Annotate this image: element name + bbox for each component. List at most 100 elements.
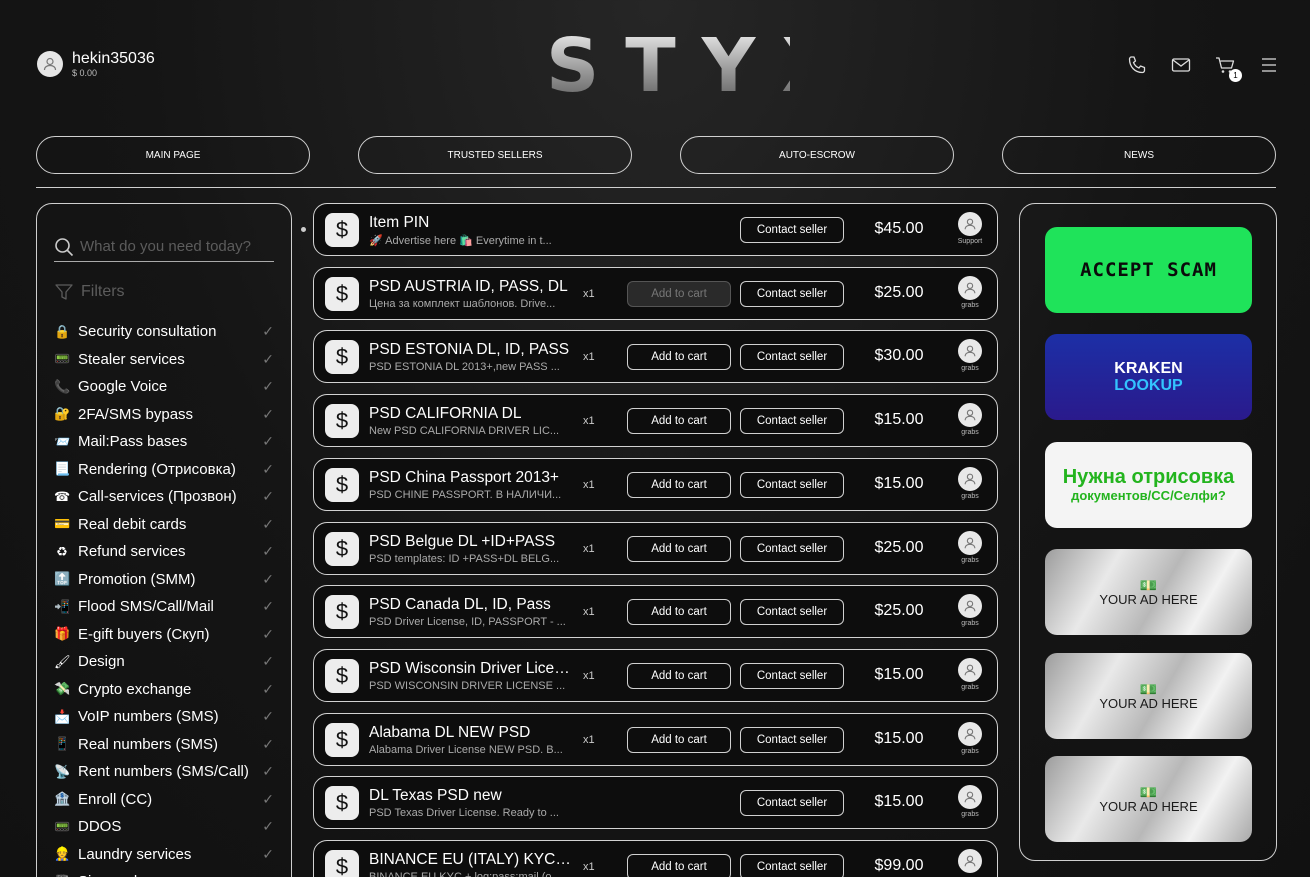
category-item[interactable]: 📨 Mail:Pass bases ✓: [54, 428, 274, 456]
check-icon[interactable]: ✓: [262, 323, 274, 340]
listing-title[interactable]: PSD AUSTRIA ID, PASS, DL: [369, 278, 574, 296]
listing-title[interactable]: PSD Belgue DL +ID+PASS: [369, 533, 574, 551]
contact-seller-button[interactable]: Contact seller: [740, 599, 844, 626]
contact-seller-button[interactable]: Contact seller: [740, 344, 844, 371]
listing-row[interactable]: $ PSD Belgue DL +ID+PASS PSD templates: ID…: [313, 521, 998, 575]
listing-title[interactable]: Item PIN: [369, 214, 574, 232]
check-icon[interactable]: ✓: [262, 873, 274, 877]
add-to-cart-button[interactable]: Add to cart: [627, 726, 731, 753]
ad-placeholder[interactable]: 💵 YOUR AD HERE: [1045, 653, 1252, 739]
ad-accept-scam[interactable]: ACCEPT SCAM: [1045, 227, 1252, 313]
contact-seller-button[interactable]: Contact seller: [740, 790, 844, 817]
category-item[interactable]: 🖌 Design ✓: [54, 648, 274, 676]
category-item[interactable]: 🔝 Promotion (SMM) ✓: [54, 566, 274, 594]
contact-seller-button[interactable]: Contact seller: [740, 408, 844, 435]
nav-news[interactable]: NEWS: [1002, 136, 1276, 174]
mail-icon[interactable]: [1170, 54, 1192, 76]
seller-badge[interactable]: grabs: [952, 594, 988, 627]
seller-badge[interactable]: grabs: [952, 530, 988, 564]
contact-seller-button[interactable]: Contact seller: [740, 726, 844, 753]
listing-title[interactable]: PSD CALIFORNIA DL: [369, 405, 574, 423]
contact-seller-button[interactable]: Contact seller: [740, 280, 844, 307]
add-to-cart-button[interactable]: Add to cart: [627, 599, 731, 626]
add-to-cart-button[interactable]: Add to cart: [627, 408, 731, 435]
menu-icon[interactable]: [1258, 54, 1280, 76]
check-icon[interactable]: ✓: [262, 351, 274, 368]
add-to-cart-button[interactable]: Add to cart: [627, 280, 731, 307]
listing-row[interactable]: $ BINANCE EU (ITALY) KYC +... BINANCE EU K…: [313, 840, 998, 877]
seller-badge[interactable]: grabs: [952, 339, 988, 372]
listing-row[interactable]: $ PSD China Passport 2013+ PSD CHINE PASSP…: [313, 457, 998, 511]
check-icon[interactable]: ✓: [262, 653, 274, 670]
seller-badge[interactable]: grabs: [952, 721, 988, 755]
ad-placeholder[interactable]: 💵 YOUR AD HERE: [1045, 756, 1252, 842]
check-icon[interactable]: ✓: [262, 846, 274, 863]
listing-title[interactable]: BINANCE EU (ITALY) KYC +...: [369, 851, 574, 869]
listing-row[interactable]: $ PSD CALIFORNIA DL New PSD CALIFORNIA DRI…: [313, 394, 998, 448]
seller-badge[interactable]: grabs: [952, 785, 988, 818]
check-icon[interactable]: ✓: [262, 681, 274, 698]
category-item[interactable]: 💳 Real debit cards ✓: [54, 511, 274, 539]
listing-row[interactable]: $ PSD ESTONIA DL, ID, PASS PSD ESTONIA DL …: [313, 330, 998, 384]
contact-seller-button[interactable]: Contact seller: [740, 535, 844, 562]
cart-icon[interactable]: 1: [1214, 54, 1242, 82]
category-item[interactable]: 💸 Crypto exchange ✓: [54, 676, 274, 704]
check-icon[interactable]: ✓: [262, 598, 274, 615]
seller-badge[interactable]: grabs: [952, 466, 988, 500]
listing-title[interactable]: PSD Canada DL, ID, Pass: [369, 596, 574, 614]
check-icon[interactable]: ✓: [262, 571, 274, 588]
listing-row[interactable]: $ Alabama DL NEW PSD Alabama Driver Licens…: [313, 712, 998, 766]
add-to-cart-button[interactable]: Add to cart: [627, 471, 731, 498]
listing-title[interactable]: PSD ESTONIA DL, ID, PASS: [369, 341, 574, 359]
check-icon[interactable]: ✓: [262, 736, 274, 753]
user-profile[interactable]: hekin35036 $ 0.00: [37, 50, 155, 78]
contact-seller-button[interactable]: Contact seller: [740, 854, 844, 877]
nav-trusted-sellers[interactable]: TRUSTED SELLERS: [358, 136, 632, 174]
seller-badge[interactable]: grabs: [952, 657, 988, 691]
category-item[interactable]: 🔒 Security consultation ✓: [54, 318, 274, 346]
check-icon[interactable]: ✓: [262, 406, 274, 423]
category-item[interactable]: ☎ Call-services (Прозвон) ✓: [54, 483, 274, 511]
category-item[interactable]: 📓Sim cards✓: [54, 868, 274, 877]
add-to-cart-button[interactable]: Add to cart: [627, 662, 731, 689]
check-icon[interactable]: ✓: [262, 488, 274, 505]
listing-row[interactable]: $ PSD AUSTRIA ID, PASS, DL Цена за комплек…: [313, 266, 998, 320]
seller-badge[interactable]: Support: [952, 212, 988, 245]
category-item[interactable]: ♻ Refund services ✓: [54, 538, 274, 566]
category-item[interactable]: 📟 Stealer services ✓: [54, 346, 274, 374]
contact-seller-button[interactable]: Contact seller: [740, 662, 844, 689]
category-item[interactable]: 📡 Rent numbers (SMS/Call) ✓: [54, 758, 274, 786]
filters-toggle[interactable]: Filters: [54, 282, 125, 302]
category-item[interactable]: 👷 Laundry services ✓: [54, 841, 274, 869]
category-item[interactable]: 🏦 Enroll (CC) ✓: [54, 786, 274, 814]
ad-kraken-lookup[interactable]: KRAKEN LOOKUP: [1045, 334, 1252, 420]
category-item[interactable]: 📲 Flood SMS/Call/Mail ✓: [54, 593, 274, 621]
avatar[interactable]: [37, 51, 63, 77]
check-icon[interactable]: ✓: [262, 626, 274, 643]
category-item[interactable]: 📞 Google Voice ✓: [54, 373, 274, 401]
check-icon[interactable]: ✓: [262, 461, 274, 478]
check-icon[interactable]: ✓: [262, 433, 274, 450]
seller-badge[interactable]: [952, 849, 988, 873]
check-icon[interactable]: ✓: [262, 818, 274, 835]
category-item[interactable]: 📩 VoIP numbers (SMS) ✓: [54, 703, 274, 731]
search-input[interactable]: [80, 238, 270, 255]
listing-row[interactable]: $ PSD Canada DL, ID, Pass PSD Driver Licen…: [313, 585, 998, 639]
check-icon[interactable]: ✓: [262, 763, 274, 780]
contact-seller-button[interactable]: Contact seller: [740, 217, 844, 243]
add-to-cart-button[interactable]: Add to cart: [627, 344, 731, 371]
check-icon[interactable]: ✓: [262, 516, 274, 533]
listing-row[interactable]: $ Item PIN 🚀 Advertise here 🛍️ Everytime i…: [313, 203, 998, 256]
seller-badge[interactable]: grabs: [952, 275, 988, 309]
listing-row[interactable]: $ DL Texas PSD new PSD Texas Driver Licens…: [313, 776, 998, 830]
ad-placeholder[interactable]: 💵 YOUR AD HERE: [1045, 549, 1252, 635]
listing-title[interactable]: PSD China Passport 2013+: [369, 469, 574, 487]
check-icon[interactable]: ✓: [262, 791, 274, 808]
listing-title[interactable]: PSD Wisconsin Driver Licen...: [369, 660, 574, 678]
category-item[interactable]: 📃 Rendering (Отрисовка) ✓: [54, 456, 274, 484]
listing-title[interactable]: DL Texas PSD new: [369, 787, 574, 805]
category-item[interactable]: 📟 DDOS ✓: [54, 813, 274, 841]
seller-badge[interactable]: grabs: [952, 403, 988, 436]
check-icon[interactable]: ✓: [262, 543, 274, 560]
site-logo[interactable]: STYX: [520, 26, 838, 106]
